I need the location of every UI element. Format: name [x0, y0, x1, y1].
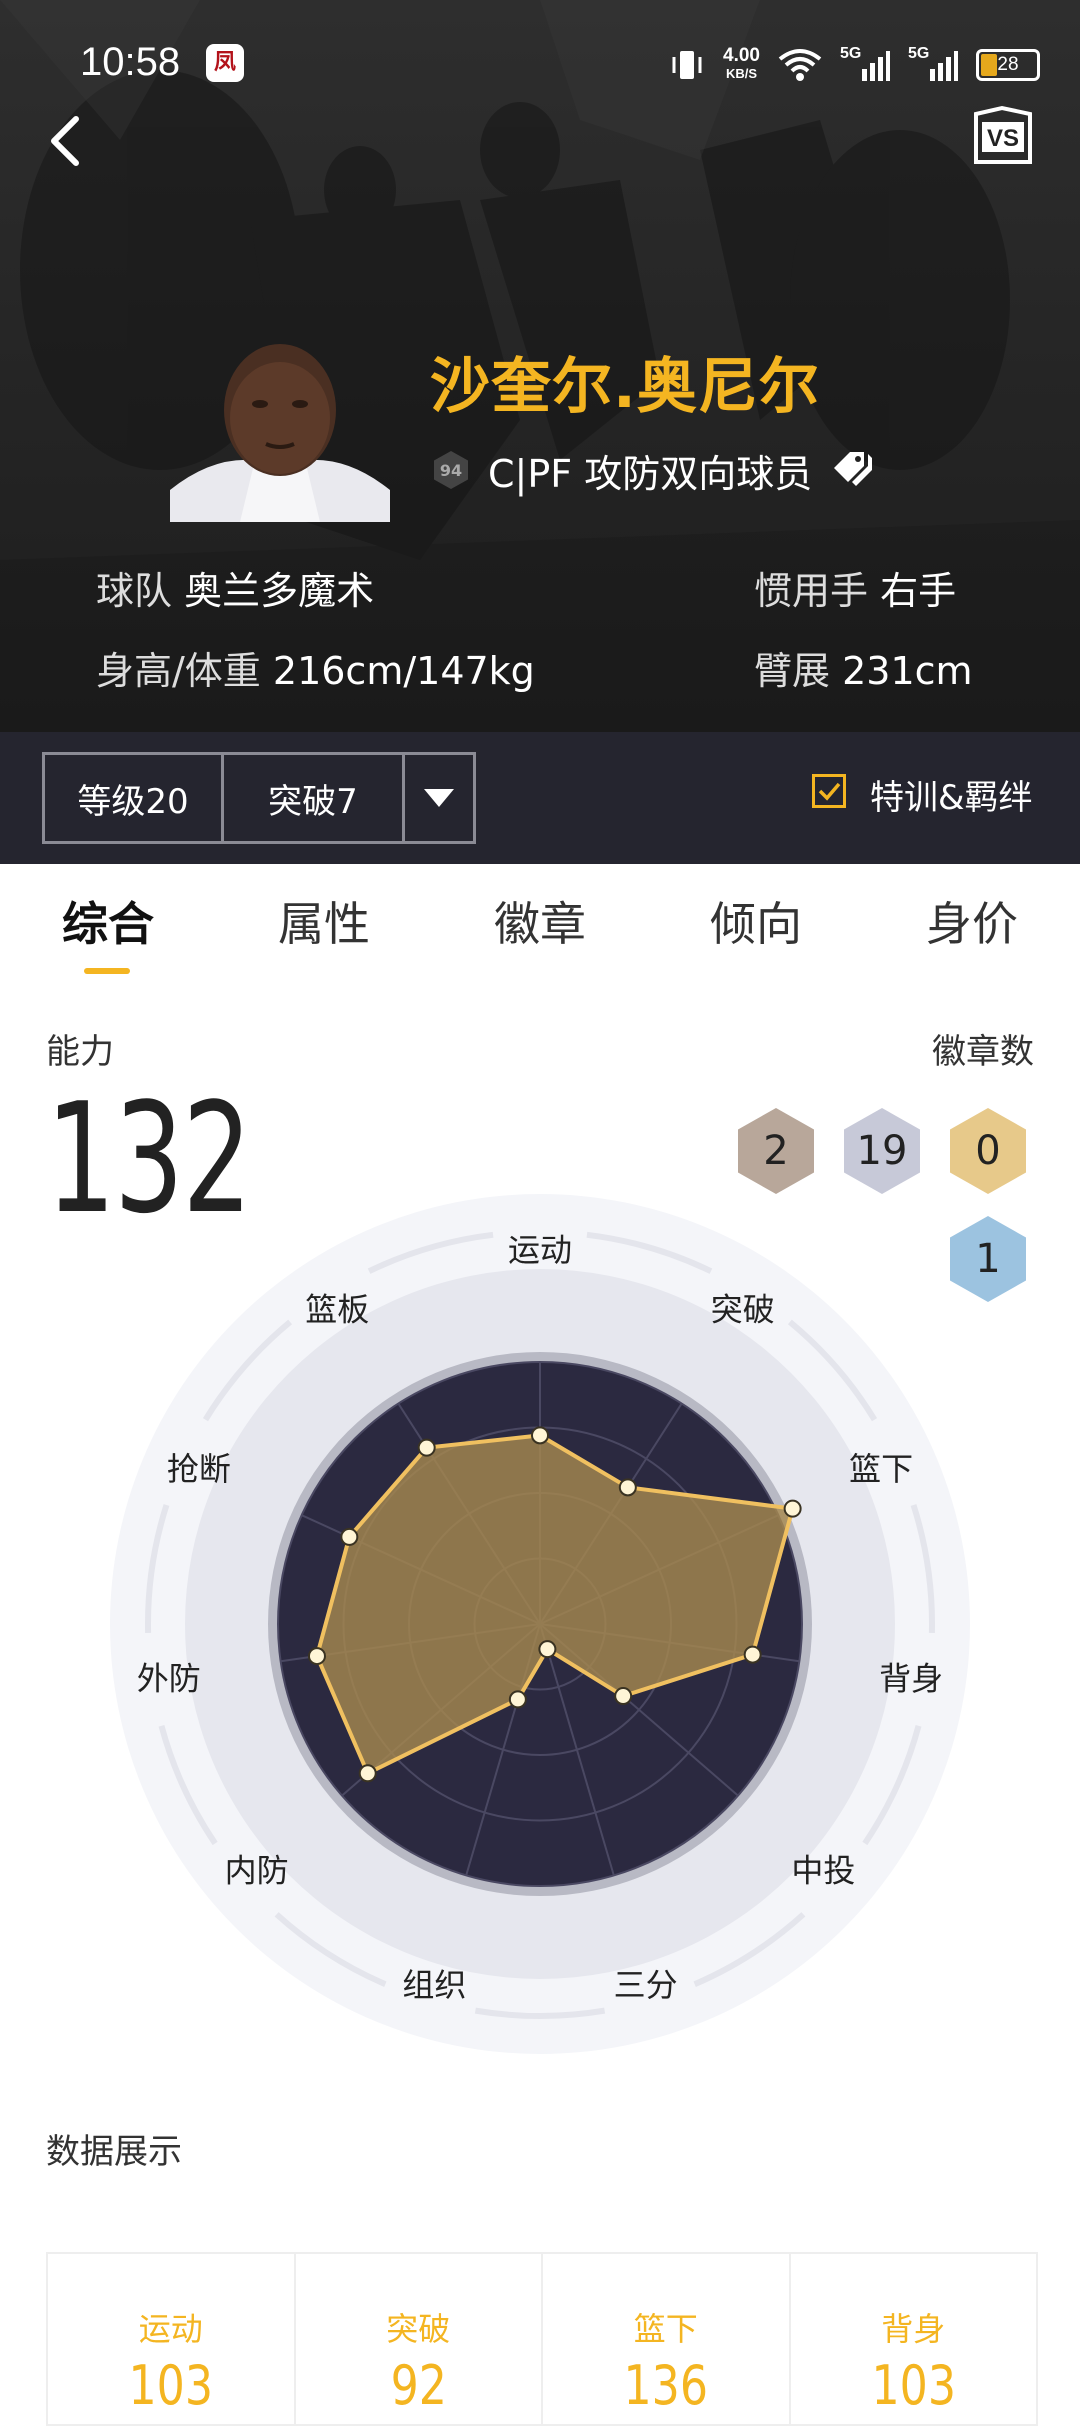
stat-name: 运动: [138, 2310, 203, 2348]
dropdown-triangle-icon: [424, 789, 454, 807]
player-avatar: [170, 344, 390, 522]
status-icons: 4.00 KB/S 5G 5G 28: [669, 40, 1040, 90]
stat-cell-drive[interactable]: 突破 92: [296, 2254, 543, 2424]
controls-bar: 等级20 突破7 特训&羁绊: [0, 732, 1080, 864]
radar-point: [508, 1690, 527, 1709]
radar-axis-label: 篮板: [305, 1291, 369, 1329]
wingspan-label: 臂展: [754, 649, 831, 693]
stat-name: 突破: [386, 2310, 451, 2348]
radar-axis-label: 组织: [402, 1966, 466, 2004]
position-row: 94 C|PF 攻防双向球员: [434, 440, 880, 500]
badge-count-label: 徽章数: [932, 1032, 1034, 1072]
radar-point: [614, 1687, 633, 1706]
hand-info: 惯用手 右手: [754, 560, 956, 615]
team-label: 球队: [96, 569, 173, 613]
tab-overview[interactable]: 综合: [62, 888, 154, 954]
status-bar: 10:58 凤 4.00 KB/S 5G 5G 28: [80, 40, 1040, 90]
check-icon: [818, 782, 841, 801]
tab-tendencies[interactable]: 倾向: [710, 888, 802, 954]
level-cell[interactable]: 等级20: [45, 755, 224, 841]
tag-icon[interactable]: [832, 450, 880, 490]
position-role: C|PF 攻防双向球员: [488, 451, 813, 496]
special-training-checkbox[interactable]: [812, 774, 846, 808]
ability-label: 能力: [46, 1032, 114, 1072]
signal-bars-icon: [930, 51, 958, 81]
team-info: 球队 奥兰多魔术: [96, 560, 374, 615]
body-value: 216cm/147kg: [272, 649, 535, 693]
radar-point: [417, 1438, 436, 1457]
radar-point: [340, 1527, 359, 1546]
stats-table: 运动 103 突破 92 篮下 136 背身 103: [46, 2252, 1038, 2426]
battery-indicator: 28: [976, 49, 1040, 81]
stat-value: 136: [623, 2354, 709, 2417]
wingspan-info: 臂展 231cm: [754, 640, 973, 695]
attribute-radar-chart: 运动突破篮下背身中投三分 组织 内防 外防 抢断 篮板: [110, 1194, 970, 2054]
data-display-title: 数据展示: [46, 2132, 182, 2172]
radar-axis-label: 运动: [508, 1231, 572, 1269]
special-training-label[interactable]: 特训&羁绊: [870, 770, 1033, 819]
stat-value: 92: [390, 2354, 447, 2417]
status-time: 10:58: [80, 40, 181, 84]
tab-attributes[interactable]: 属性: [278, 888, 370, 954]
compare-vs-button[interactable]: VS: [972, 104, 1034, 166]
stat-name: 篮下: [633, 2310, 698, 2348]
radar-point: [358, 1764, 377, 1783]
tab-value[interactable]: 身价: [926, 888, 1018, 954]
hand-value: 右手: [880, 569, 957, 613]
body-info: 身高/体重 216cm/147kg: [96, 640, 535, 695]
radar-point: [783, 1499, 802, 1518]
stat-cell-athleticism[interactable]: 运动 103: [48, 2254, 296, 2424]
stat-value: 103: [128, 2354, 214, 2417]
notification-app-icon: 凤: [206, 44, 244, 82]
radar-axis-label: 篮下: [849, 1450, 913, 1488]
level-selector: 等级20 突破7: [42, 752, 476, 844]
team-value: 奥兰多魔术: [184, 569, 375, 613]
net-speed-value: 4.00: [723, 45, 760, 66]
signal-bars-icon: [862, 51, 890, 81]
overall-badge: 94: [434, 451, 468, 489]
vibrate-icon: [672, 51, 702, 79]
signal-5g-1: 5G: [840, 45, 890, 83]
body-label: 身高/体重: [96, 649, 261, 693]
back-arrow-icon[interactable]: [40, 105, 100, 175]
stat-cell-inside[interactable]: 篮下 136: [543, 2254, 791, 2424]
radar-point: [743, 1645, 762, 1664]
net-speed-unit: KB/S: [725, 66, 758, 81]
radar-point: [618, 1478, 637, 1497]
battery-fill: [981, 54, 997, 76]
radar-axis-label: 突破: [711, 1291, 775, 1329]
radar-point: [538, 1640, 557, 1659]
player-name: 沙奎尔.奥尼尔: [430, 352, 820, 422]
radar-axis-label: 背身: [879, 1659, 943, 1697]
level-dropdown[interactable]: [405, 755, 473, 841]
active-tab-indicator: [84, 968, 130, 974]
vs-text: VS: [987, 125, 1019, 152]
hand-label: 惯用手: [754, 569, 869, 613]
radar-axis-label: 中投: [791, 1852, 855, 1890]
breakthrough-cell[interactable]: 突破7: [224, 755, 405, 841]
net-speed: 4.00 KB/S: [723, 45, 760, 83]
radar-axis-label: 抢断: [167, 1450, 231, 1488]
radar-point: [307, 1647, 326, 1666]
tab-bar: 综合 属性 徽章 倾向 身价: [0, 864, 1080, 984]
wifi-icon: [778, 49, 822, 81]
battery-level: 28: [997, 54, 1019, 75]
signal-5g-2: 5G: [908, 45, 958, 83]
stat-name: 背身: [881, 2310, 946, 2348]
radar-point: [531, 1426, 549, 1445]
radar-axis-label: 三分: [614, 1966, 678, 2004]
tab-badges[interactable]: 徽章: [494, 888, 586, 954]
wingspan-value: 231cm: [842, 649, 973, 693]
radar-axis-label: 外防: [137, 1659, 201, 1697]
stat-cell-post[interactable]: 背身 103: [791, 2254, 1037, 2424]
radar-axis-label: 内防: [225, 1852, 289, 1890]
stat-value: 103: [870, 2354, 956, 2417]
player-header: 10:58 凤 4.00 KB/S 5G 5G 28 VS 沙奎尔.奥尼尔 94…: [0, 0, 1080, 732]
